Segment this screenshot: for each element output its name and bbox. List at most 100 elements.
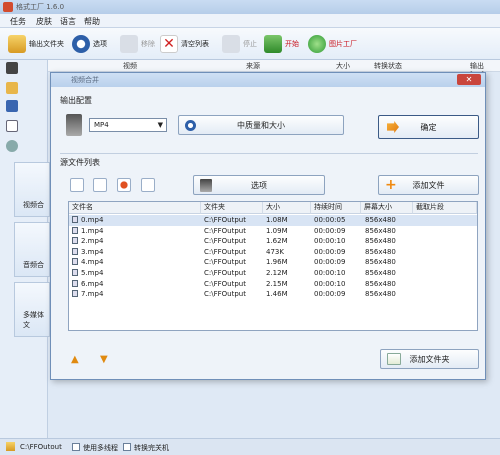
col-filename[interactable]: 文件名: [69, 202, 201, 214]
video-category-icon[interactable]: [6, 62, 18, 74]
col-filesize[interactable]: 大小: [263, 202, 311, 214]
source-file-table: 文件名 文件夹 大小 持续时间 屏幕大小 截取片段 0.mp4 C:\FFOutp…: [68, 201, 478, 331]
file-icon: [72, 216, 78, 223]
arrow-right-icon: [387, 121, 399, 133]
table-row[interactable]: 3.mp4 C:\FFOutput 473K 00:00:09 856x480: [69, 247, 477, 258]
format-select[interactable]: MP4 ▼: [89, 118, 167, 132]
media-mux-panel[interactable]: 多媒体文: [14, 282, 50, 337]
video-join-label: 视频合: [23, 201, 44, 209]
add-folder-icon: [387, 353, 401, 365]
multithread-checkbox[interactable]: [72, 443, 80, 451]
menu-bar: 任务 皮肤 语言 帮助: [0, 14, 500, 28]
divider: [60, 153, 478, 154]
start-icon: [264, 35, 282, 53]
video-join-dialog: 视频合并 ✕ 输出配置 MP4 ▼ 中质量和大小 确定 源文件列表 选项 + 添…: [50, 72, 486, 380]
cell-screen: 856x480: [365, 237, 396, 246]
tools-category-icon[interactable]: [6, 140, 18, 152]
move-down-icon[interactable]: ▼: [100, 354, 108, 365]
col-source[interactable]: 来源: [246, 61, 260, 71]
audio-join-label: 音频合: [23, 261, 44, 269]
cell-screen: 856x480: [365, 247, 396, 256]
shutdown-checkbox[interactable]: [123, 443, 131, 451]
cell-screen: 856x480: [365, 279, 396, 288]
col-screen-size[interactable]: 屏幕大小: [361, 202, 413, 214]
add-file-small-icon[interactable]: [70, 178, 84, 192]
move-up-icon[interactable]: ▲: [71, 354, 79, 365]
cell-size: 473K: [266, 247, 284, 256]
menu-skin[interactable]: 皮肤: [36, 16, 52, 27]
file-icon: [72, 226, 78, 234]
device-category-icon[interactable]: [6, 120, 18, 132]
menu-help[interactable]: 帮助: [84, 16, 100, 27]
add-file-label: 添加文件: [412, 180, 445, 190]
cell-name: 1.mp4: [81, 226, 104, 235]
video-join-panel[interactable]: 视频合: [14, 162, 50, 217]
cell-screen: 856x480: [365, 269, 396, 277]
image-factory-button[interactable]: 图片工厂: [308, 34, 357, 54]
app-logo-icon: [3, 2, 13, 12]
start-button[interactable]: 开始: [264, 34, 299, 54]
output-folder-button[interactable]: 输出文件夹: [8, 34, 64, 54]
table-row[interactable]: 7.mp4 C:\FFOutput 1.46M 00:00:09 856x480: [69, 289, 477, 300]
ok-label: 确定: [420, 122, 437, 132]
plus-icon: +: [385, 177, 397, 193]
col-folder[interactable]: 文件夹: [201, 202, 263, 214]
cell-duration: 00:00:10: [314, 279, 346, 288]
options-label: 选项: [93, 40, 107, 48]
output-config-label: 输出配置: [60, 96, 92, 105]
toolbar: 输出文件夹 选项 移除 ✕ 清空列表 停止 开始 图片工厂: [0, 28, 500, 60]
cell-folder: C:\FFOutput: [204, 226, 246, 235]
add-folder-button[interactable]: 添加文件夹: [380, 349, 479, 369]
file-icon: [72, 279, 78, 287]
cell-size: 1.46M: [266, 290, 288, 299]
remove-icon: [120, 35, 138, 53]
cell-folder: C:\FFOutput: [204, 279, 246, 288]
menu-task[interactable]: 任务: [10, 16, 26, 27]
menu-language[interactable]: 语言: [60, 16, 76, 27]
image-category-icon[interactable]: [6, 100, 18, 112]
options-button[interactable]: 选项: [72, 34, 107, 54]
file-icon: [72, 237, 78, 245]
remove-button[interactable]: 移除: [120, 34, 155, 54]
cell-folder: C:\FFOutput: [204, 269, 246, 277]
file-icon: [72, 258, 78, 266]
table-row[interactable]: 2.mp4 C:\FFOutput 1.62M 00:00:10 856x480: [69, 236, 477, 247]
add-file-button[interactable]: + 添加文件: [378, 175, 479, 195]
media-mux-label: 多媒体文: [23, 311, 44, 329]
play-icon[interactable]: [117, 178, 131, 192]
cell-duration: 00:00:09: [314, 226, 346, 235]
cell-name: 4.mp4: [81, 258, 104, 267]
cell-duration: 00:00:10: [314, 237, 346, 246]
clear-list-button[interactable]: ✕ 清空列表: [160, 34, 209, 54]
remove-label: 移除: [141, 40, 155, 48]
cut-icon[interactable]: [93, 178, 107, 192]
quality-button[interactable]: 中质量和大小: [178, 115, 344, 135]
close-icon[interactable]: ✕: [457, 74, 481, 85]
quality-label: 中质量和大小: [237, 120, 285, 130]
ok-button[interactable]: 确定: [378, 115, 479, 139]
table-row[interactable]: 1.mp4 C:\FFOutput 1.09M 00:00:09 856x480: [69, 226, 477, 237]
audio-category-icon[interactable]: [6, 82, 18, 94]
cell-name: 0.mp4: [81, 216, 104, 224]
info-icon[interactable]: [141, 178, 155, 192]
table-row[interactable]: 0.mp4 C:\FFOutput 1.08M 00:00:05 856x480: [69, 215, 477, 226]
audio-join-panel[interactable]: 音频合: [14, 222, 50, 277]
col-status[interactable]: 转换状态: [374, 61, 402, 71]
table-row[interactable]: 4.mp4 C:\FFOutput 1.96M 00:00:09 856x480: [69, 257, 477, 268]
stop-button[interactable]: 停止: [222, 34, 257, 54]
col-size[interactable]: 大小: [336, 61, 350, 71]
cell-size: 1.62M: [266, 237, 288, 246]
shutdown-label: 转换完关机: [134, 444, 169, 452]
table-row[interactable]: 5.mp4 C:\FFOutput 2.12M 00:00:10 856x480: [69, 268, 477, 279]
cell-size: 1.09M: [266, 226, 288, 235]
status-folder-icon: [6, 442, 15, 451]
col-duration[interactable]: 持续时间: [311, 202, 361, 214]
stop-label: 停止: [243, 40, 257, 48]
options-dialog-label: 选项: [251, 180, 267, 190]
col-clip[interactable]: 截取片段: [413, 202, 477, 214]
cell-folder: C:\FFOutput: [204, 237, 246, 246]
table-row[interactable]: 6.mp4 C:\FFOutput 2.15M 00:00:10 856x480: [69, 279, 477, 290]
options-film-icon: [200, 179, 212, 192]
col-video[interactable]: 视频: [123, 61, 137, 71]
options-button-dialog[interactable]: 选项: [193, 175, 325, 195]
